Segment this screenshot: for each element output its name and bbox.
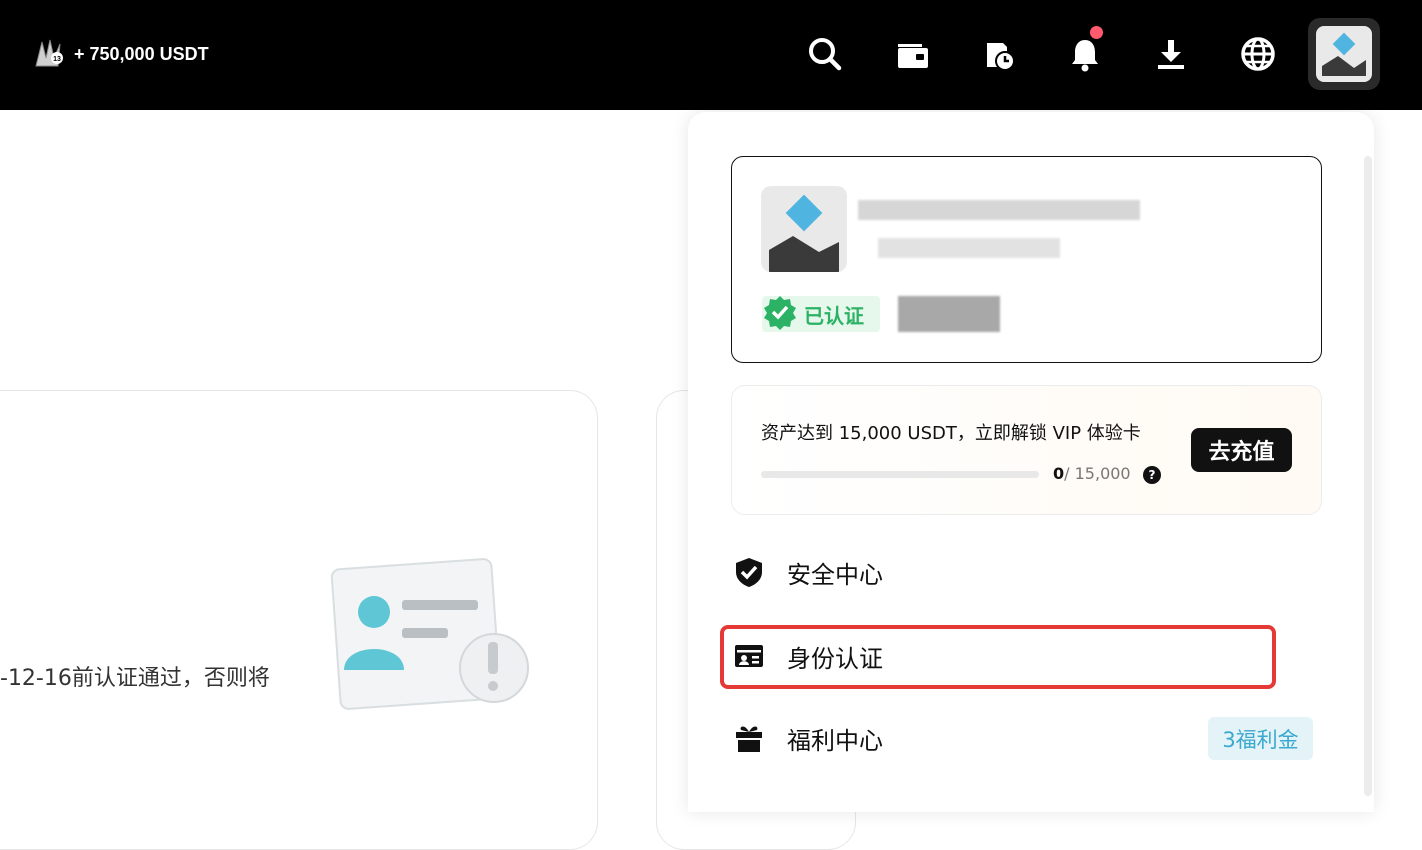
- vip-level-redacted: [898, 296, 1000, 332]
- id-card-illustration: [330, 550, 540, 720]
- wallet-icon[interactable]: [888, 30, 936, 78]
- svg-text:13: 13: [53, 56, 61, 63]
- promo-banner[interactable]: 13 + 750,000 USDT: [30, 36, 209, 72]
- menu-item-label: 安全中心: [787, 560, 883, 589]
- vip-progress-text: 0/ 15,000: [1053, 464, 1131, 483]
- top-navigation-bar: 13 + 750,000 USDT: [0, 0, 1422, 110]
- notification-dot: [1090, 26, 1103, 39]
- highlight-box: [720, 625, 1276, 689]
- panel-scrollbar[interactable]: [1364, 156, 1372, 796]
- download-icon[interactable]: [1147, 30, 1195, 78]
- order-history-icon[interactable]: [974, 30, 1022, 78]
- shield-check-icon: [733, 556, 765, 588]
- verified-label: 已认证: [804, 303, 864, 328]
- bell-icon[interactable]: [1061, 26, 1109, 78]
- menu-item-security-center[interactable]: 安全中心: [733, 552, 1293, 592]
- vip-trial-title: 资产达到 15,000 USDT，立即解锁 VIP 体验卡: [761, 423, 1141, 444]
- recharge-button[interactable]: 去充值: [1191, 428, 1292, 472]
- help-icon[interactable]: ?: [1143, 466, 1161, 484]
- search-icon[interactable]: [801, 30, 849, 78]
- username-redacted: [858, 200, 1140, 220]
- verified-check-icon: [762, 294, 798, 334]
- avatar: [1316, 26, 1372, 82]
- vip-progress-bar: [761, 471, 1039, 478]
- globe-icon[interactable]: [1234, 30, 1282, 78]
- user-id-redacted: [878, 238, 1060, 258]
- profile-avatar: [761, 186, 847, 272]
- welfare-badge: 3福利金: [1208, 717, 1313, 760]
- vip-current-value: 0: [1053, 464, 1065, 483]
- user-avatar-button[interactable]: [1308, 18, 1380, 90]
- verified-badge: 已认证: [762, 296, 880, 332]
- verification-deadline-text: -12-16前认证通过，否则将: [0, 666, 270, 691]
- gift-icon: [733, 722, 765, 754]
- vip-target-value: / 15,000: [1064, 464, 1131, 483]
- promo-logo-icon: 13: [30, 36, 66, 72]
- promo-text: + 750,000 USDT: [74, 43, 209, 64]
- menu-item-label: 福利中心: [787, 726, 883, 755]
